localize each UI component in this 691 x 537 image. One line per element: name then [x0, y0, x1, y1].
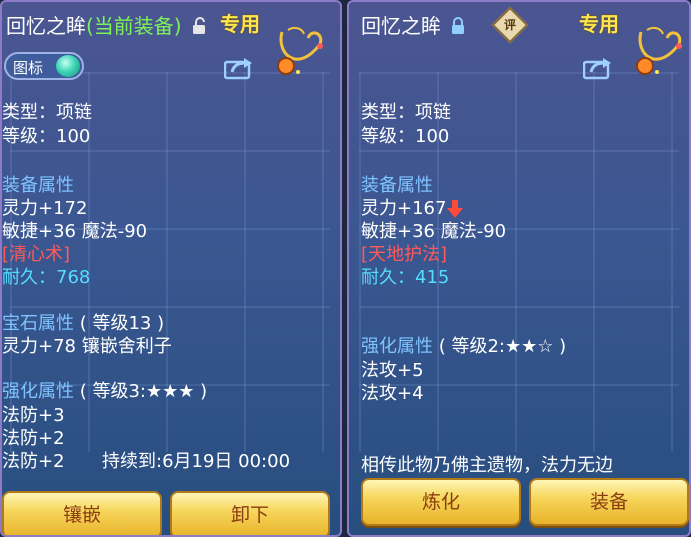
item-name: 回忆之眸 — [361, 14, 441, 38]
item-title: 回忆之眸(当前装备) — [6, 10, 208, 40]
exclusive-label: 专用 — [220, 12, 260, 36]
enhance-attr-title: 强化属性 — [2, 381, 74, 402]
unload-button[interactable]: 卸下 — [170, 491, 330, 535]
item-type: 类型：项链 — [2, 102, 92, 123]
refine-button[interactable]: 炼化 — [361, 478, 521, 526]
enhance-attr-header: 强化属性 ( 等级3:★★★ ) — [2, 377, 207, 403]
item-level: 等级：100 — [2, 126, 91, 147]
item-title: 回忆之眸 — [361, 10, 465, 40]
item-lore: 相传此物乃佛主遗物，法力无边 — [361, 455, 613, 476]
toggle-knob — [56, 55, 80, 77]
share-icon[interactable] — [224, 56, 254, 80]
equipped-tag: (当前装备) — [86, 14, 182, 38]
enhance-line: 法防+2 — [2, 451, 65, 472]
item-level: 等级：100 — [361, 126, 450, 147]
equip-button[interactable]: 装备 — [529, 478, 689, 526]
durability: 耐久：768 — [2, 267, 91, 288]
icon-toggle[interactable]: 图标 — [4, 52, 84, 80]
inlay-button[interactable]: 镶嵌 — [2, 491, 162, 535]
rate-badge[interactable]: 评 — [491, 6, 529, 44]
enhance-attr-title: 强化属性 — [361, 336, 433, 357]
rate-badge-label: 评 — [503, 18, 516, 32]
enhance-duration: 持续到:6月19日 00:00 — [102, 451, 291, 472]
enhance-level: ( 等级2:★★☆ ) — [438, 336, 567, 357]
enhance-level: ( 等级3:★★★ ) — [79, 381, 208, 402]
necklace-icon — [277, 26, 323, 75]
attr-line: 灵力+167 — [361, 198, 447, 219]
gem-level: ( 等级13 ) — [79, 313, 165, 334]
enhance-line: 法攻+4 — [361, 383, 424, 404]
gem-attr-title: 宝石属性 — [2, 313, 74, 334]
compare-item-tooltip: 回忆之眸 评 专用 类型：项链 等级：100 装备属性 灵力+167 敏捷+36… — [347, 0, 691, 537]
item-name: 回忆之眸 — [6, 14, 86, 38]
necklace-icon — [636, 26, 682, 75]
enhance-attr-header: 强化属性 ( 等级2:★★☆ ) — [361, 332, 566, 358]
share-icon[interactable] — [583, 56, 613, 80]
gem-attr: 灵力+78 镶嵌舍利子 — [2, 336, 172, 357]
item-type: 类型：项链 — [361, 102, 451, 123]
durability: 耐久：415 — [361, 267, 450, 288]
red-down-arrow-icon — [447, 200, 464, 218]
toggle-label: 图标 — [13, 59, 44, 77]
current-item-tooltip: 回忆之眸(当前装备) 专用 图标 类型：项链 等级：100 装备属性 灵力+17… — [0, 0, 342, 537]
exclusive-label: 专用 — [579, 12, 619, 36]
unlocked-padlock-icon[interactable] — [192, 16, 208, 40]
locked-padlock-icon[interactable] — [451, 16, 465, 40]
